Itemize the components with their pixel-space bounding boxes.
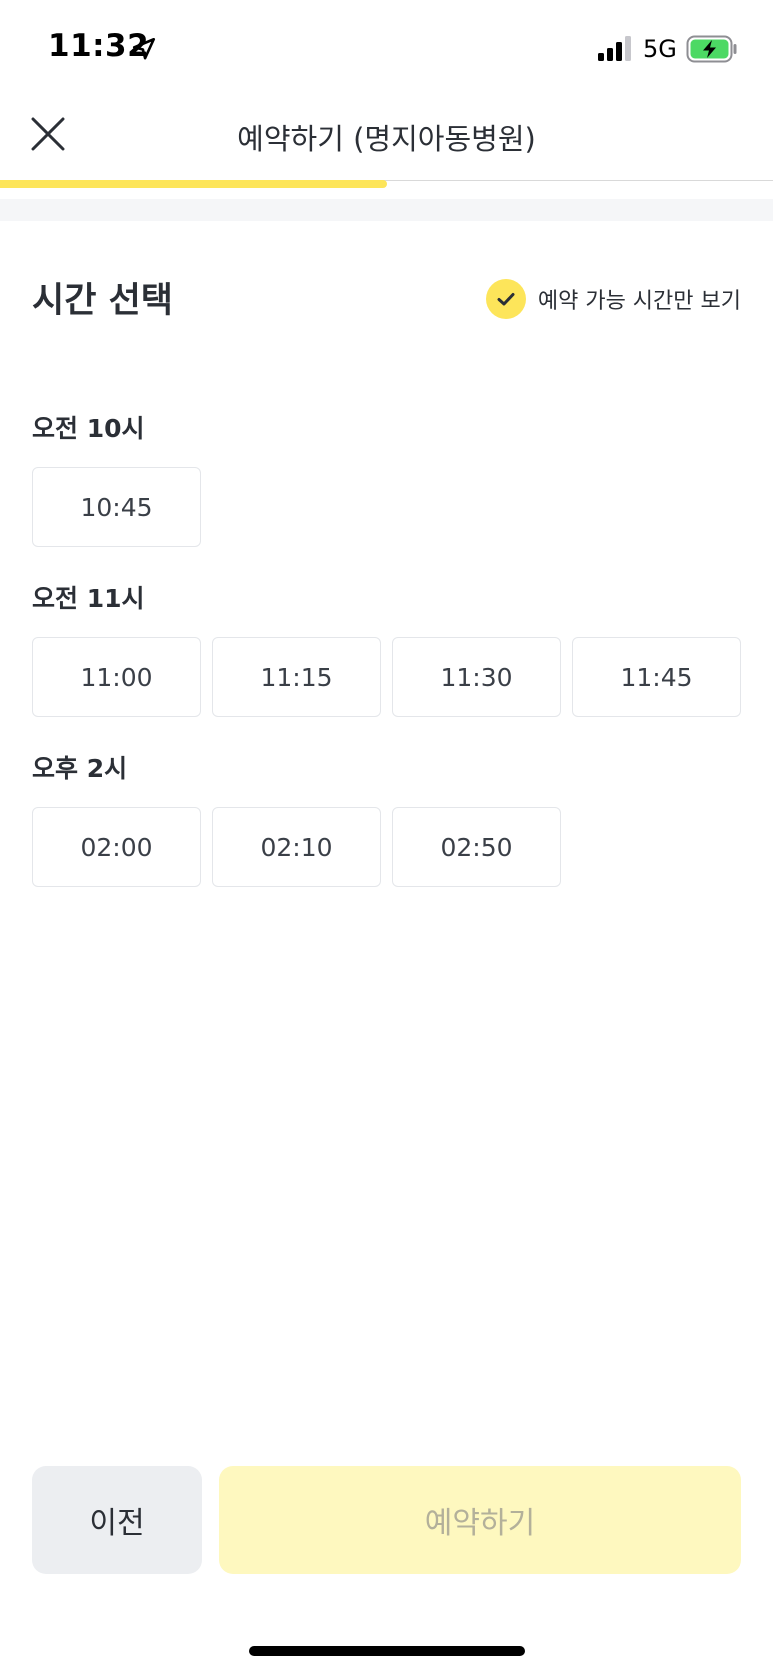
time-slot[interactable]: 10:45: [32, 467, 201, 547]
time-group-label: 오후 2시: [32, 754, 128, 783]
booking-page: 11:32 5G 예약하기 (명지아동병원) 시간 선택 예약 가능 시간만 보…: [0, 0, 773, 1673]
signal-icon: [598, 36, 631, 61]
home-indicator: [249, 1646, 525, 1656]
time-slot[interactable]: 02:00: [32, 807, 201, 887]
time-slot[interactable]: 11:15: [212, 637, 381, 717]
section-separator: [0, 199, 773, 221]
time-slot[interactable]: 02:10: [212, 807, 381, 887]
time-group-label: 오전 10시: [32, 414, 145, 443]
nav-header: 예약하기 (명지아동병원): [0, 96, 773, 180]
available-only-toggle[interactable]: 예약 가능 시간만 보기: [485, 279, 741, 319]
status-bar: 11:32 5G: [0, 0, 773, 96]
time-slot[interactable]: 11:45: [572, 637, 741, 717]
time-group-label: 오전 11시: [32, 584, 145, 613]
book-button[interactable]: 예약하기: [219, 1466, 741, 1574]
filter-label: 예약 가능 시간만 보기: [537, 289, 741, 314]
section-title: 시간 선택: [32, 281, 173, 321]
page-title: 예약하기 (명지아동병원): [237, 122, 536, 156]
time-slot[interactable]: 02:50: [392, 807, 561, 887]
checkbox-checked[interactable]: [485, 279, 526, 319]
check-icon: [497, 293, 515, 306]
network-label: 5G: [643, 35, 677, 63]
battery-charging-icon: [686, 35, 737, 63]
progress-fill: [0, 180, 387, 188]
location-arrow-icon: [132, 37, 156, 60]
time-slot[interactable]: 11:00: [32, 637, 201, 717]
time-slot[interactable]: 11:30: [392, 637, 561, 717]
previous-button[interactable]: 이전: [32, 1466, 202, 1574]
progress-bar: [0, 180, 773, 188]
